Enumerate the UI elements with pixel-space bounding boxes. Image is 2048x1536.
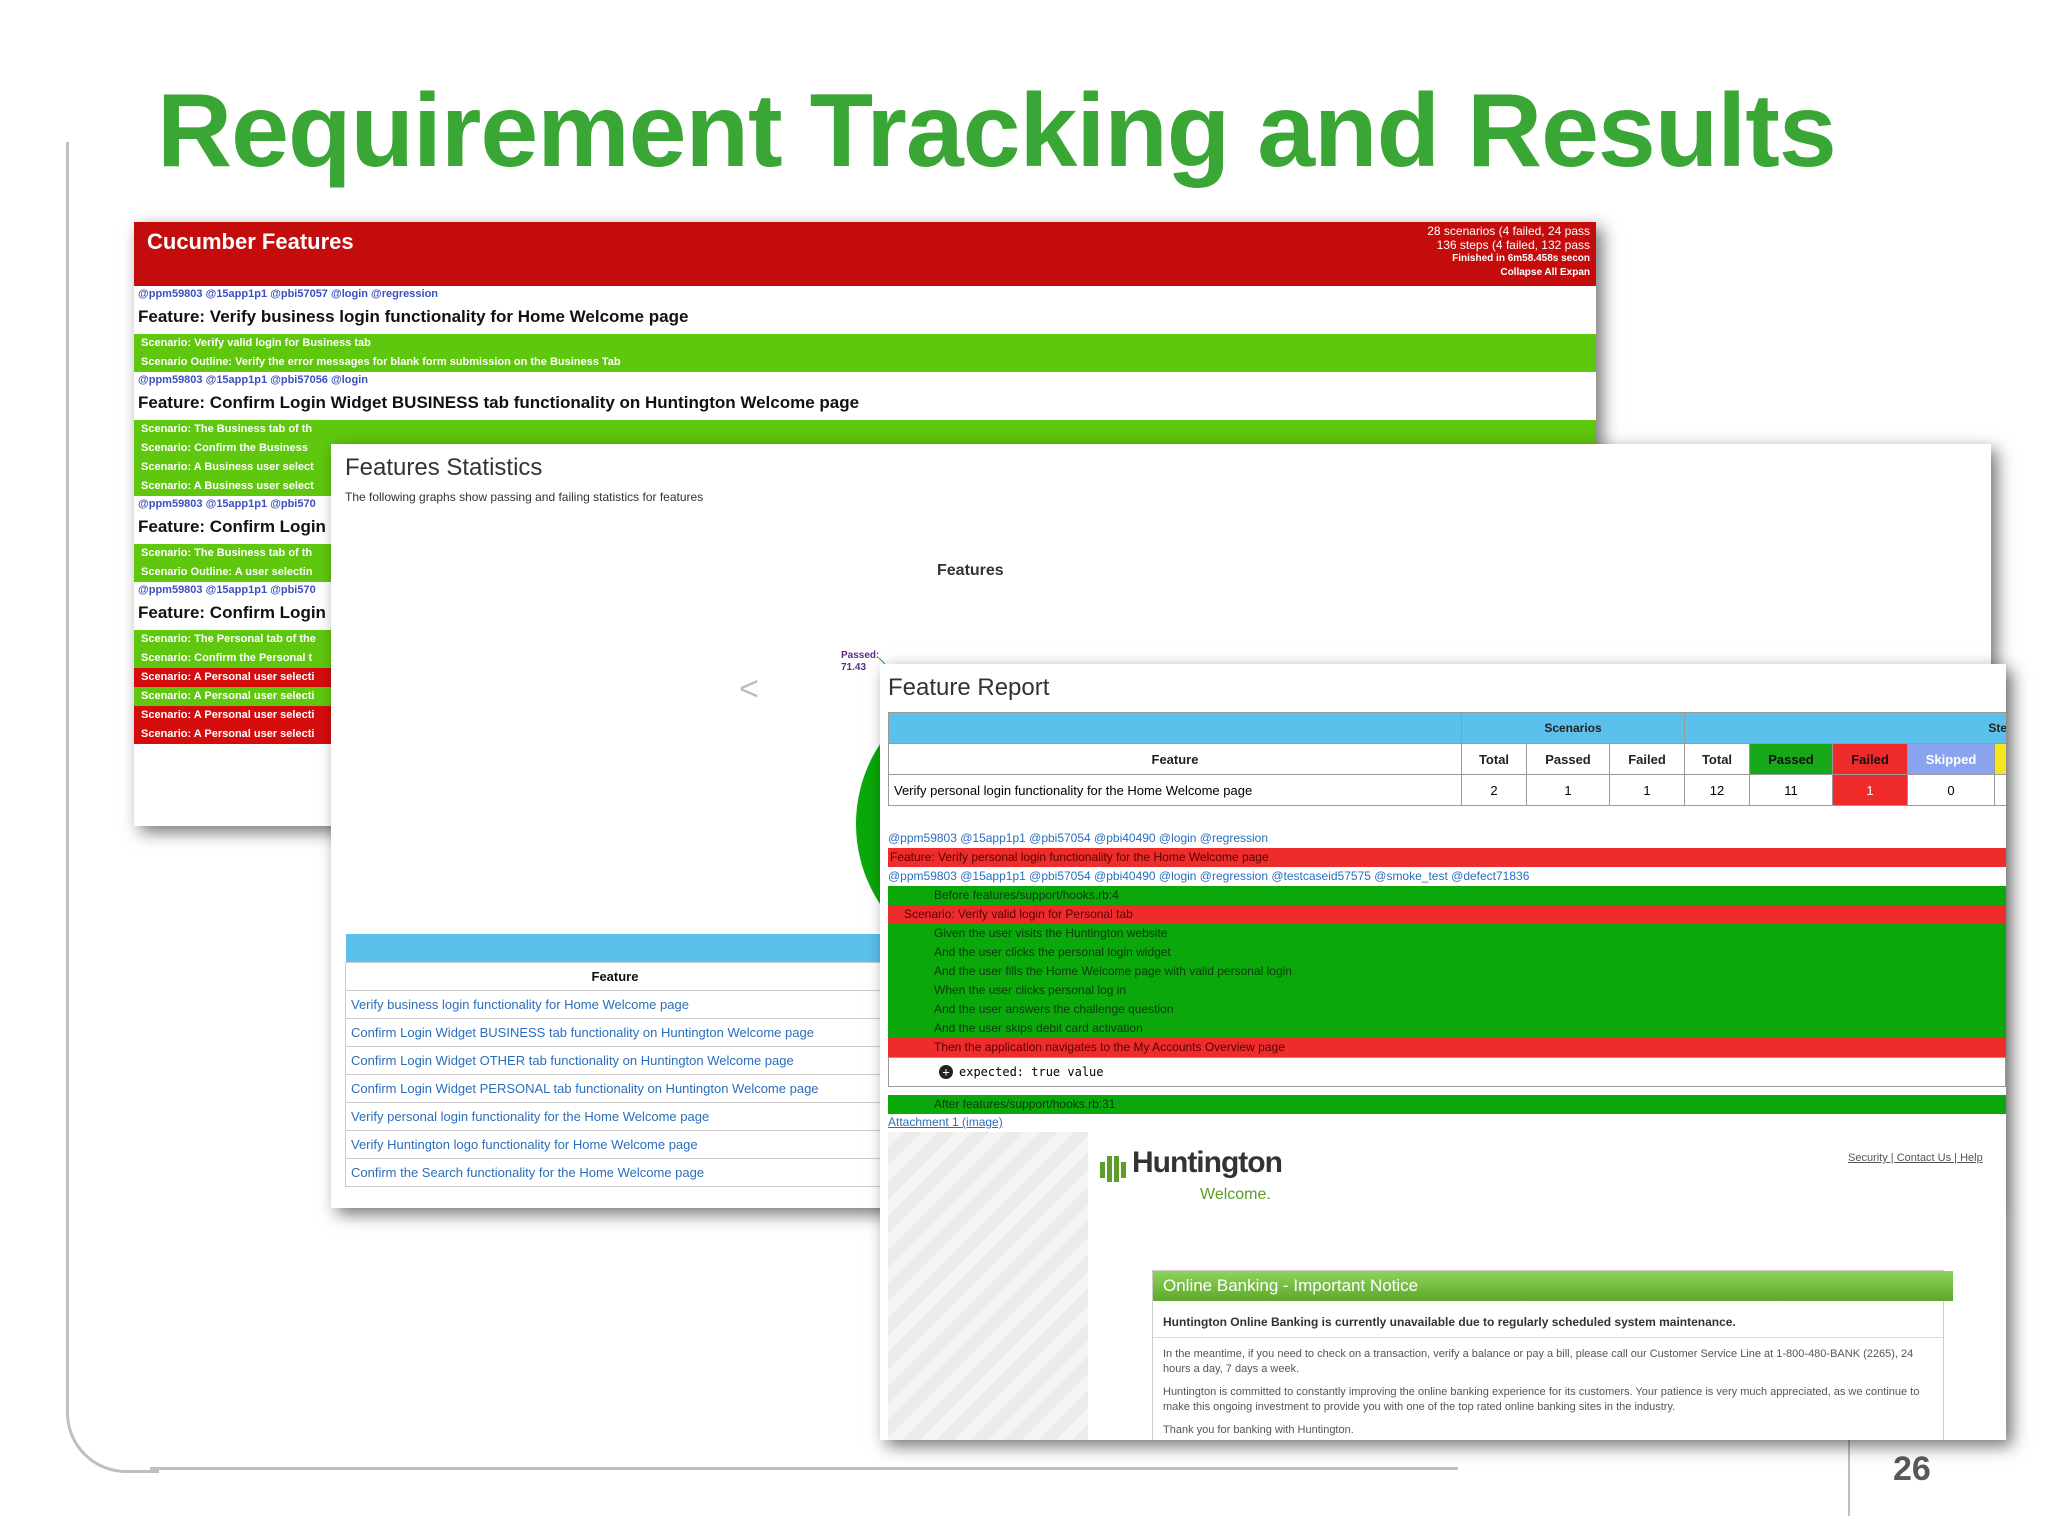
collapse-expand-links[interactable]: Collapse All Expan bbox=[1427, 266, 1590, 280]
expand-plus-icon[interactable]: + bbox=[939, 1065, 953, 1079]
feature-column-header: Feature bbox=[345, 962, 885, 991]
step-row: Given the user visits the Huntington web… bbox=[888, 924, 2006, 943]
scenario-row[interactable]: Scenario Outline: Verify the error messa… bbox=[134, 353, 1596, 372]
statistics-feature-table: Feature Verify business login functional… bbox=[345, 934, 885, 1187]
report-detail: @ppm59803 @15app1p1 @pbi57054 @pbi40490 … bbox=[888, 828, 2006, 1130]
huntington-welcome: Welcome. bbox=[1200, 1186, 1271, 1203]
col-st-passed: Passed bbox=[1749, 743, 1833, 775]
row-sc-total: 2 bbox=[1461, 774, 1527, 806]
decor-left-line bbox=[66, 142, 69, 1404]
expected-text: expected: true value bbox=[959, 1065, 1104, 1079]
statistics-subtitle: The following graphs show passing and fa… bbox=[345, 490, 704, 504]
notice-box: Online Banking - Important Notice Huntin… bbox=[1152, 1270, 1953, 1440]
group-scenarios: Scenarios bbox=[1461, 712, 1685, 744]
feature-title[interactable]: Feature: Verify business login functiona… bbox=[134, 302, 1596, 334]
statistics-feature-link[interactable]: Confirm Login Widget PERSONAL tab functi… bbox=[345, 1074, 885, 1103]
statistics-feature-link[interactable]: Verify business login functionality for … bbox=[345, 990, 885, 1019]
scenario-tags: @ppm59803 @15app1p1 @pbi57054 @pbi40490 … bbox=[888, 869, 1530, 883]
step-row: When the user clicks personal log in bbox=[888, 981, 2006, 1000]
col-sc-passed: Passed bbox=[1526, 743, 1610, 775]
row-st-total: 12 bbox=[1684, 774, 1750, 806]
row-st-skipped: 0 bbox=[1907, 774, 1995, 806]
statistics-title: Features Statistics bbox=[345, 454, 543, 481]
step-row: And the user fills the Home Welcome page… bbox=[888, 962, 2006, 981]
chart-prev-arrow-icon[interactable]: < bbox=[739, 670, 759, 709]
before-hook: Before features/support/hooks.rb:4 bbox=[888, 886, 2006, 905]
group-blank bbox=[888, 712, 1462, 744]
scenario-row[interactable]: Scenario: Verify valid login for Busines… bbox=[134, 334, 1596, 353]
col-st-pending bbox=[1994, 743, 2006, 775]
step-row: And the user answers the challenge quest… bbox=[888, 1000, 2006, 1019]
huntington-top-links[interactable]: Security | Contact Us | Help bbox=[1848, 1152, 1983, 1164]
huntington-logo-icon bbox=[1100, 1154, 1126, 1184]
notice-para-2: Huntington is committed to constantly im… bbox=[1163, 1386, 1920, 1413]
attachment-image: Huntington Welcome. Security | Contact U… bbox=[888, 1132, 2006, 1440]
report-summary-table: Scenarios Steps Feature Total Passed Fai… bbox=[888, 712, 2006, 806]
hunt-pattern bbox=[888, 1132, 1088, 1440]
step-list: Given the user visits the Huntington web… bbox=[888, 924, 2006, 1057]
expected-box: + expected: true value bbox=[888, 1057, 2006, 1087]
row-sc-failed: 1 bbox=[1609, 774, 1685, 806]
chart-title: Features bbox=[937, 562, 1004, 579]
decor-right-line bbox=[1848, 1430, 1850, 1516]
stat-scenarios: 28 scenarios (4 failed, 24 pass bbox=[1427, 224, 1590, 238]
decor-bottom-line bbox=[150, 1467, 1458, 1470]
cucumber-stats: 28 scenarios (4 failed, 24 pass 136 step… bbox=[1427, 224, 1590, 280]
col-st-skipped: Skipped bbox=[1907, 743, 1995, 775]
statistics-feature-link[interactable]: Confirm Login Widget BUSINESS tab functi… bbox=[345, 1018, 885, 1047]
row-feature-name[interactable]: Verify personal login functionality for … bbox=[888, 774, 1462, 806]
step-row: Then the application navigates to the My… bbox=[888, 1038, 2006, 1057]
col-sc-failed: Failed bbox=[1609, 743, 1685, 775]
col-feature: Feature bbox=[888, 743, 1462, 775]
row-st-failed: 1 bbox=[1832, 774, 1908, 806]
report-title: Feature Report bbox=[888, 674, 1050, 701]
slide-title: Requirement Tracking and Results bbox=[157, 73, 1837, 189]
scenario-line[interactable]: Scenario: Verify valid login for Persona… bbox=[888, 905, 2006, 924]
after-hook: After features/support/hooks.rb:31 bbox=[888, 1095, 2006, 1114]
page-number: 26 bbox=[1893, 1450, 1931, 1488]
col-sc-total: Total bbox=[1461, 743, 1527, 775]
scenario-row[interactable]: Scenario: The Business tab of th bbox=[134, 420, 1596, 439]
step-row: And the user skips debit card activation bbox=[888, 1019, 2006, 1038]
notice-title: Online Banking - Important Notice bbox=[1153, 1271, 1953, 1301]
col-st-failed: Failed bbox=[1832, 743, 1908, 775]
feature-line[interactable]: Feature: Verify personal login functiona… bbox=[888, 848, 2006, 867]
statistics-feature-link[interactable]: Confirm the Search functionality for the… bbox=[345, 1158, 885, 1187]
stat-finished: Finished in 6m58.458s secon bbox=[1452, 253, 1590, 264]
feature-tags: @ppm59803 @15app1p1 @pbi57056 @login bbox=[138, 374, 368, 386]
step-row: And the user clicks the personal login w… bbox=[888, 943, 2006, 962]
cucumber-header: Cucumber Features 28 scenarios (4 failed… bbox=[134, 222, 1596, 286]
stat-steps: 136 steps (4 failed, 132 pass bbox=[1436, 238, 1590, 252]
notice-strong-text: Huntington Online Banking is currently u… bbox=[1163, 1315, 1736, 1329]
feature-report-panel: Feature Report Scenarios Steps Feature T… bbox=[880, 664, 2006, 1440]
cucumber-title: Cucumber Features bbox=[147, 229, 354, 254]
notice-divider bbox=[1153, 1337, 1943, 1338]
notice-para-3: Thank you for banking with Huntington. bbox=[1163, 1424, 1354, 1436]
feature-tags: @ppm59803 @15app1p1 @pbi57054 @pbi40490 … bbox=[888, 831, 1269, 845]
statistics-feature-link[interactable]: Verify personal login functionality for … bbox=[345, 1102, 885, 1131]
col-st-total: Total bbox=[1684, 743, 1750, 775]
attachment-link[interactable]: Attachment 1 (image) bbox=[888, 1114, 2006, 1130]
huntington-logo: Huntington bbox=[1132, 1146, 1283, 1179]
feature-tags: @ppm59803 @15app1p1 @pbi57057 @login @re… bbox=[138, 288, 439, 300]
row-st-passed: 11 bbox=[1749, 774, 1833, 806]
group-steps: Steps bbox=[1684, 712, 2006, 744]
statistics-feature-link[interactable]: Verify Huntington logo functionality for… bbox=[345, 1130, 885, 1159]
feature-title[interactable]: Feature: Confirm Login Widget BUSINESS t… bbox=[134, 388, 1596, 420]
row-st-pending bbox=[1994, 774, 2006, 806]
decor-corner bbox=[66, 1362, 159, 1473]
notice-para-1: In the meantime, if you need to check on… bbox=[1163, 1348, 1914, 1375]
statistics-feature-link[interactable]: Confirm Login Widget OTHER tab functiona… bbox=[345, 1046, 885, 1075]
table-group-header bbox=[345, 934, 885, 963]
row-sc-passed: 1 bbox=[1526, 774, 1610, 806]
